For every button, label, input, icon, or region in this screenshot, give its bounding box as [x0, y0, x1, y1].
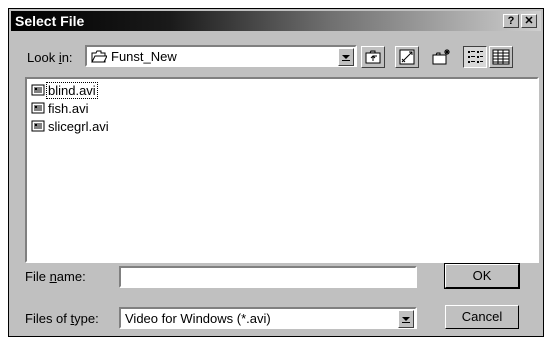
file-type-label: Files of type:	[25, 311, 99, 326]
close-button[interactable]: ✕	[521, 14, 537, 28]
close-icon: ✕	[524, 15, 534, 27]
file-type-dropdown-button[interactable]	[398, 310, 414, 328]
select-file-dialog: Select File ? ✕ Look in: Funst_New blind…	[8, 8, 544, 337]
file-name: blind.avi	[46, 81, 98, 99]
look-in-value: Funst_New	[111, 49, 177, 64]
cancel-button[interactable]: Cancel	[445, 305, 519, 329]
list-view-button[interactable]	[463, 46, 487, 68]
desktop-icon	[399, 49, 415, 65]
up-one-level-button[interactable]	[361, 46, 385, 68]
folder-open-icon	[91, 50, 108, 66]
list-view-icon	[468, 51, 483, 63]
details-view-button[interactable]	[489, 46, 513, 68]
file-name: slicegrl.avi	[48, 118, 109, 134]
video-file-icon	[31, 102, 45, 114]
file-name: fish.avi	[48, 100, 89, 116]
new-folder-button[interactable]	[429, 46, 453, 68]
video-file-icon	[31, 120, 45, 132]
file-type-value: Video for Windows (*.avi)	[125, 311, 271, 326]
up-folder-icon	[365, 50, 381, 64]
details-view-icon	[492, 49, 510, 65]
look-in-label: Look in:	[27, 50, 73, 65]
ok-button[interactable]: OK	[444, 263, 520, 289]
file-list[interactable]: blind.avi fish.avi slicegrl.avi	[25, 77, 539, 263]
help-button[interactable]: ?	[503, 14, 519, 28]
file-item-slicegrl[interactable]: slicegrl.avi	[31, 117, 110, 135]
file-item-blind[interactable]: blind.avi	[31, 81, 98, 99]
file-name-field[interactable]	[119, 266, 417, 288]
window-title: Select File	[15, 13, 85, 29]
look-in-select[interactable]: Funst_New	[85, 45, 357, 67]
video-file-icon	[31, 84, 45, 96]
desktop-button[interactable]	[395, 46, 419, 68]
new-folder-icon	[432, 49, 450, 65]
file-name-label: File name:	[25, 269, 86, 284]
file-item-fish[interactable]: fish.avi	[31, 99, 89, 117]
title-bar[interactable]: Select File ? ✕	[11, 11, 541, 31]
file-type-select[interactable]: Video for Windows (*.avi)	[119, 307, 417, 329]
look-in-dropdown-button[interactable]	[338, 48, 354, 66]
